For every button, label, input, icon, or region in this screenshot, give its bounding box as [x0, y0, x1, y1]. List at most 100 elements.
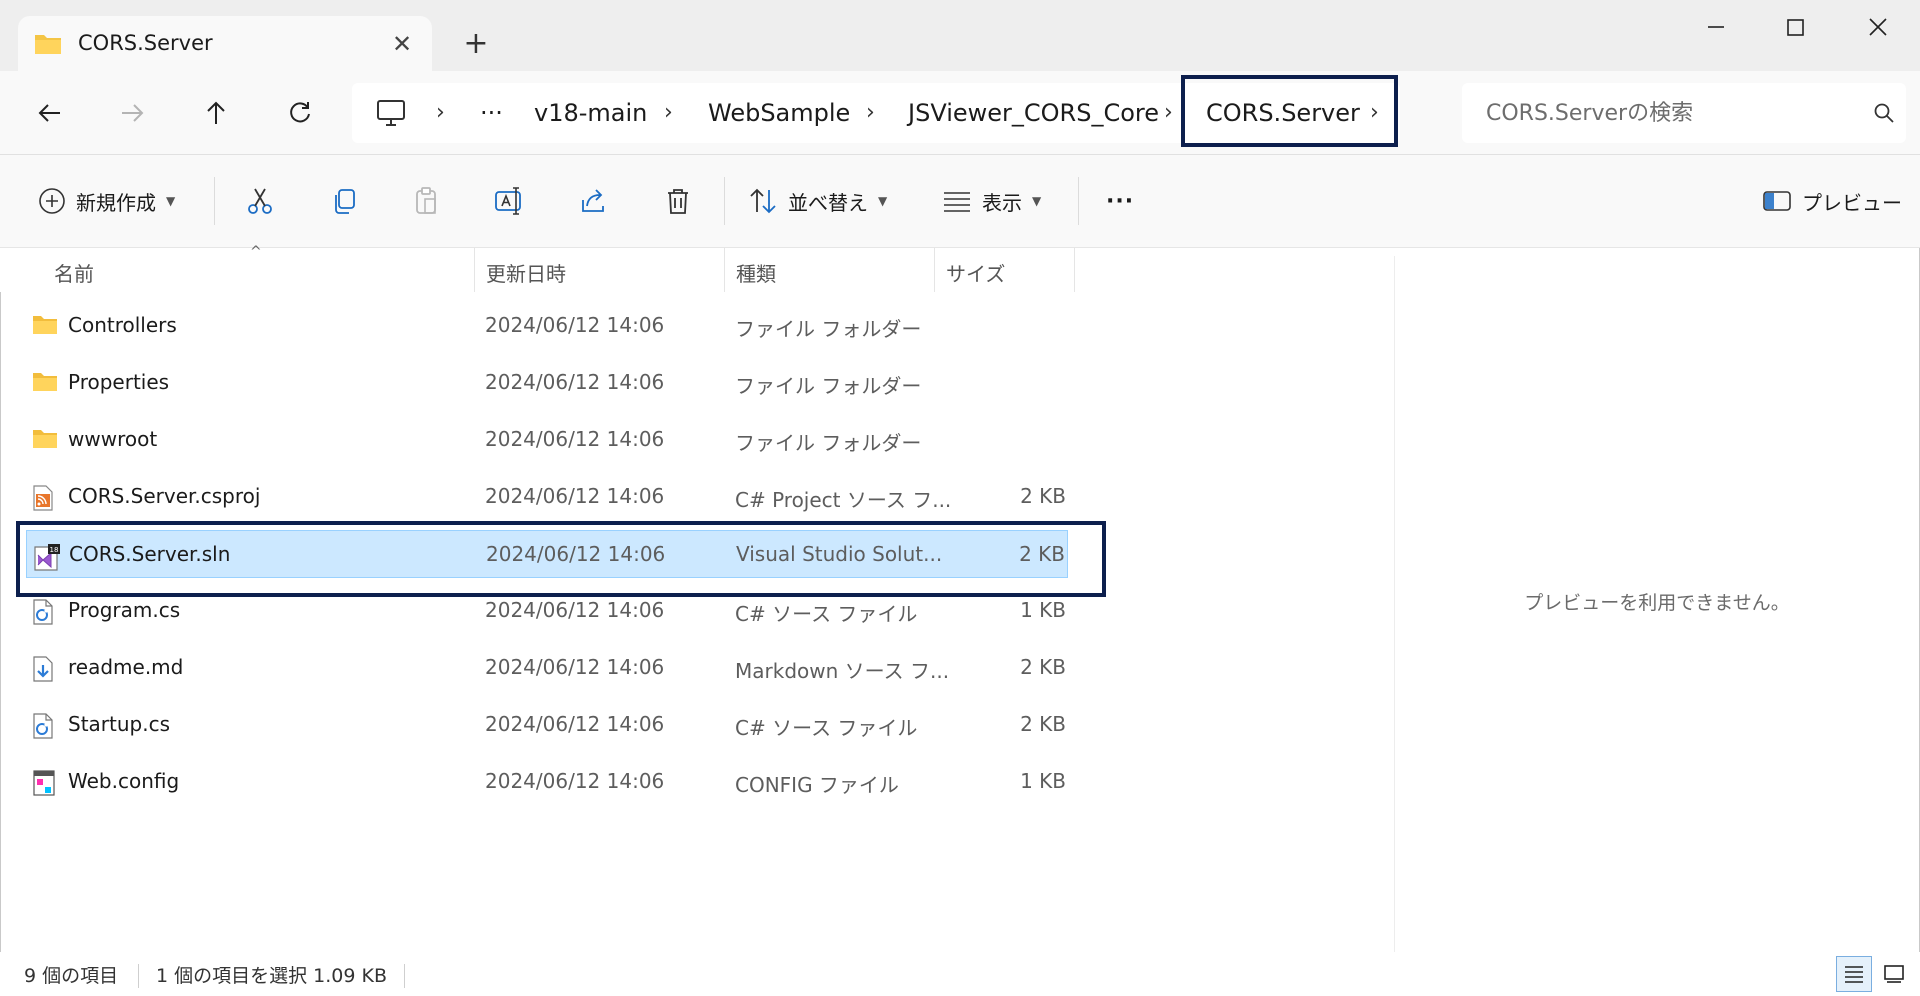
file-type: C# Project ソース フ... — [735, 488, 952, 512]
csharp-file-icon — [32, 713, 58, 739]
view-button[interactable]: 表示 ▼ — [942, 179, 1041, 223]
refresh-button[interactable] — [278, 91, 322, 135]
file-name: Properties — [68, 370, 170, 394]
file-date-modified: 2024/06/12 14:06 — [485, 712, 665, 736]
column-divider[interactable] — [1074, 248, 1075, 292]
divider — [1078, 177, 1079, 225]
maximize-button[interactable] — [1766, 10, 1826, 44]
status-bar: 9 個の項目 1 個の項目を選択 1.09 KB — [0, 952, 1920, 996]
up-button[interactable] — [194, 91, 238, 135]
file-type: C# ソース ファイル — [735, 716, 918, 740]
new-button[interactable]: 新規作成 ▼ — [38, 179, 175, 223]
computer-icon — [377, 100, 405, 126]
trash-icon — [668, 189, 688, 214]
divider — [404, 964, 405, 988]
navigation-bar: › ··· v18-main › WebSample › JSViewer_CO… — [0, 71, 1920, 155]
refresh-icon — [290, 102, 310, 123]
column-divider[interactable] — [724, 248, 725, 292]
delete-button[interactable] — [656, 179, 700, 223]
file-row[interactable]: readme.md 2024/06/12 14:06 Markdown ソース フ.… — [26, 644, 1068, 692]
csharp-file-icon — [32, 599, 58, 625]
command-bar: 新規作成 ▼ 並べ替え ▼ 表示 ▼ ··· プレビュー — [0, 155, 1920, 248]
search-input[interactable] — [1486, 95, 1846, 131]
column-divider[interactable] — [934, 248, 935, 292]
preview-pane-label: プレビュー — [1802, 190, 1902, 215]
copy-icon — [335, 189, 355, 214]
file-size: 2 KB — [1020, 484, 1066, 508]
preview-pane-button[interactable]: プレビュー — [1762, 179, 1902, 223]
folder-icon — [32, 428, 58, 454]
breadcrumb-v18-main[interactable]: v18-main — [534, 83, 647, 143]
paste-button[interactable] — [404, 179, 448, 223]
column-type[interactable]: 種類 — [736, 258, 776, 287]
breadcrumb-jsviewer-cors-core[interactable]: JSViewer_CORS_Core — [908, 83, 1159, 143]
file-type: ファイル フォルダー — [735, 374, 922, 398]
file-type: ファイル フォルダー — [735, 431, 922, 455]
close-window-button[interactable] — [1848, 10, 1908, 44]
title-bar: CORS.Server ✕ + — [0, 0, 1920, 72]
more-options-button[interactable]: ··· — [1106, 179, 1134, 223]
arrow-left-icon — [38, 104, 60, 122]
breadcrumb-separator: › — [436, 100, 445, 125]
file-row[interactable]: CORS.Server.csproj 2024/06/12 14:06 C# Pro… — [26, 473, 1068, 521]
file-type: C# ソース ファイル — [735, 602, 918, 626]
close-icon — [1869, 18, 1887, 36]
file-date-modified: 2024/06/12 14:06 — [485, 313, 665, 337]
file-name: wwwroot — [68, 427, 158, 451]
file-name: Web.config — [68, 769, 180, 793]
share-button[interactable] — [572, 179, 616, 223]
details-view-icon — [1845, 966, 1863, 983]
scissors-icon — [248, 188, 272, 214]
file-name: CORS.Server.csproj — [68, 484, 261, 508]
column-name[interactable]: 名前 — [54, 258, 94, 287]
file-size: 2 KB — [1020, 712, 1066, 736]
copy-button[interactable] — [322, 179, 366, 223]
file-type: Markdown ソース フ... — [735, 659, 950, 683]
tab-cors-server[interactable]: CORS.Server ✕ — [18, 16, 432, 72]
divider — [724, 177, 725, 225]
sort-button[interactable]: 並べ替え ▼ — [748, 179, 887, 223]
breadcrumb-separator[interactable]: › — [664, 83, 673, 143]
tab-title: CORS.Server — [78, 31, 213, 55]
column-divider[interactable] — [474, 248, 475, 292]
cut-button[interactable] — [238, 179, 282, 223]
breadcrumb-separator[interactable]: › — [1164, 83, 1173, 143]
annotation-highlight-breadcrumb — [1181, 75, 1398, 147]
config-file-icon — [32, 770, 58, 796]
file-row[interactable]: wwwroot 2024/06/12 14:06 ファイル フォルダー — [26, 416, 1068, 464]
chevron-down-icon: ▼ — [1032, 194, 1042, 208]
back-button[interactable] — [28, 91, 72, 135]
file-row[interactable]: Web.config 2024/06/12 14:06 CONFIG ファイル 1 K… — [26, 758, 1068, 806]
new-tab-button[interactable]: + — [458, 26, 494, 62]
column-header: 名前 ^ 更新日時 種類 サイズ — [0, 244, 1394, 292]
arrow-right-icon — [122, 104, 144, 122]
file-name: readme.md — [68, 655, 184, 679]
file-row[interactable]: Controllers 2024/06/12 14:06 ファイル フォルダー — [26, 302, 1068, 350]
markdown-file-icon — [32, 656, 58, 682]
tiles-view-button[interactable] — [1876, 956, 1912, 992]
details-view-button[interactable] — [1836, 956, 1872, 992]
minimize-button[interactable] — [1686, 10, 1746, 44]
tab-close-button[interactable]: ✕ — [384, 26, 420, 62]
folder-icon — [35, 35, 61, 54]
search-box[interactable] — [1462, 83, 1906, 143]
file-row[interactable]: Properties 2024/06/12 14:06 ファイル フォルダー — [26, 359, 1068, 407]
preview-pane-icon — [1763, 191, 1791, 211]
file-type: CONFIG ファイル — [735, 773, 899, 797]
file-name: Controllers — [68, 313, 177, 337]
rename-button[interactable] — [488, 179, 532, 223]
breadcrumb-separator[interactable]: › — [866, 83, 875, 143]
breadcrumb-overflow[interactable]: ··· — [480, 83, 503, 143]
preview-unavailable-message: プレビューを利用できません。 — [1524, 592, 1790, 614]
column-size[interactable]: サイズ — [946, 258, 1005, 287]
forward-button[interactable] — [110, 91, 154, 135]
file-date-modified: 2024/06/12 14:06 — [485, 598, 665, 622]
tiles-view-icon — [1884, 965, 1904, 983]
breadcrumb-websample[interactable]: WebSample — [708, 83, 850, 143]
column-date-modified[interactable]: 更新日時 — [486, 258, 566, 287]
file-date-modified: 2024/06/12 14:06 — [485, 769, 665, 793]
divider — [214, 177, 215, 225]
file-row[interactable]: Startup.cs 2024/06/12 14:06 C# ソース ファイル 2 K… — [26, 701, 1068, 749]
view-button-label: 表示 — [982, 190, 1022, 215]
folder-icon — [32, 371, 58, 397]
